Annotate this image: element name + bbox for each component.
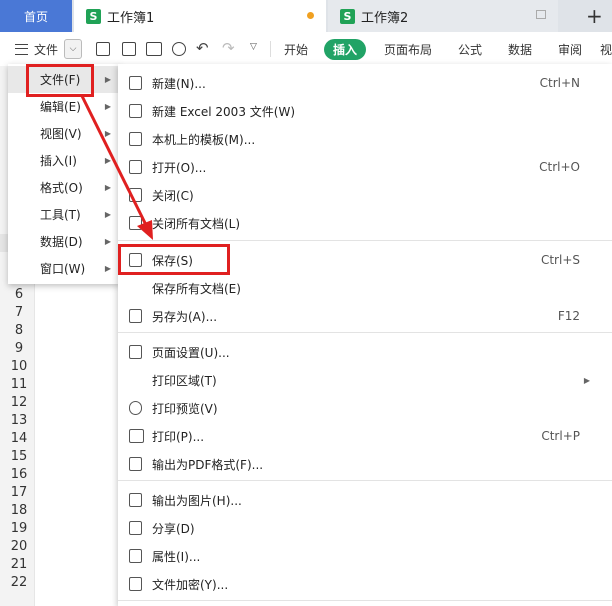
annotation-arrow (80, 95, 153, 240)
arrow-head (137, 220, 153, 240)
arrow-line (80, 95, 150, 230)
